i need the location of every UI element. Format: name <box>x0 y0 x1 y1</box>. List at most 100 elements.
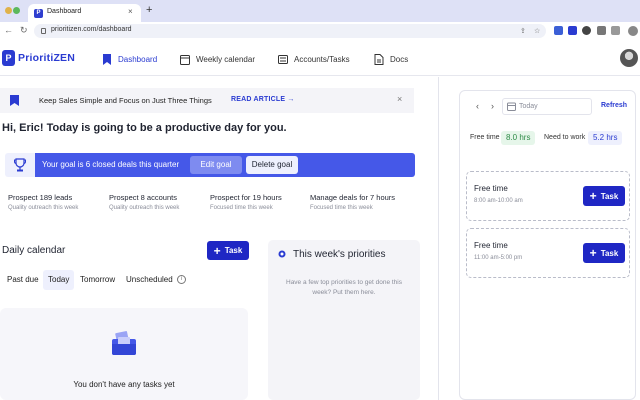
trophy-icon <box>14 158 26 172</box>
edit-goal-button[interactable]: Edit goal <box>190 156 242 174</box>
nav-dashboard[interactable]: Dashboard <box>102 51 157 67</box>
logo-text: PrioritiZEN <box>18 52 76 64</box>
stat-subtitle: Quality outreach this week <box>109 205 180 211</box>
folder-icon <box>112 331 136 355</box>
app-header: P PrioritiZEN Dashboard Weekly calendar … <box>0 40 640 76</box>
plus-icon: + <box>589 246 597 260</box>
new-tab-button[interactable]: + <box>146 5 152 16</box>
star-icon[interactable]: ☆ <box>534 27 540 35</box>
browser-toolbar: ← ↻ prioritizen.com/dashboard ⇪ ☆ <box>0 22 640 40</box>
nav-weekly-calendar[interactable]: Weekly calendar <box>180 51 255 67</box>
stat-title: Prospect for 19 hours <box>210 193 282 202</box>
empty-tasks-text: You don't have any tasks yet <box>73 380 175 389</box>
filter-tomorrow[interactable]: Tomorrow <box>80 270 115 290</box>
filter-today[interactable]: Today <box>43 270 75 290</box>
nav-label: Docs <box>390 54 409 64</box>
arrow-right-icon: → <box>287 96 295 103</box>
address-bar[interactable]: prioritizen.com/dashboard ⇪ ☆ <box>34 24 546 38</box>
empty-tasks-area: You don't have any tasks yet <box>0 308 248 400</box>
stat-subtitle: Quality outreach this week <box>8 205 79 211</box>
add-task-button[interactable]: + Task <box>207 241 249 260</box>
free-time-slot: Free time 8:00 am-10:00 am + Task <box>466 171 630 221</box>
stat-subtitle: Focused time this week <box>310 205 373 211</box>
prev-day-icon[interactable]: ‹ <box>476 101 479 111</box>
share-icon[interactable]: ⇪ <box>520 27 526 35</box>
calendar-icon <box>180 54 190 65</box>
bookmark-icon <box>10 95 19 106</box>
target-icon <box>278 250 286 258</box>
browser-tab-bar: P Dashboard × + <box>0 0 640 22</box>
add-task-label: Task <box>600 191 619 201</box>
delete-goal-button[interactable]: Delete goal <box>246 156 298 174</box>
filter-unscheduled[interactable]: Unscheduled <box>126 270 173 290</box>
window-dot[interactable] <box>13 7 20 14</box>
day-schedule-panel: ‹ › Today Refresh Free time 8.0 hrs Need… <box>459 90 636 400</box>
extension-icon[interactable] <box>554 26 563 35</box>
favicon-icon: P <box>34 9 43 18</box>
reload-icon[interactable]: ↻ <box>20 25 28 36</box>
puzzle-icon[interactable] <box>582 26 591 35</box>
slot-title: Free time <box>474 184 508 193</box>
tab-close-icon[interactable]: × <box>128 7 133 16</box>
add-slot-task-button[interactable]: + Task <box>583 186 625 206</box>
profile-avatar[interactable] <box>628 26 638 36</box>
prioritizen-extension-icon[interactable] <box>568 26 577 35</box>
window-dot[interactable] <box>5 7 12 14</box>
priorities-help-text[interactable]: Have a few top priorities to get done th… <box>276 278 412 298</box>
goal-bar: Your goal is 6 closed deals this quarter… <box>5 153 415 177</box>
refresh-button[interactable]: Refresh <box>601 102 627 109</box>
stat-subtitle: Focused time this week <box>210 205 273 211</box>
slot-time: 8:00 am-10:00 am <box>474 198 523 204</box>
page-greeting: Hi, Eric! Today is going to be a product… <box>2 122 287 134</box>
stat-item: Prospect 189 leads Quality outreach this… <box>8 193 78 211</box>
add-task-label: Task <box>600 248 619 258</box>
need-to-work-badge: 5.2 hrs <box>588 131 623 145</box>
user-avatar[interactable] <box>620 49 638 67</box>
add-task-label: Task <box>224 246 243 255</box>
free-time-badge: 8.0 hrs <box>501 131 536 145</box>
goal-icon-box <box>5 153 35 177</box>
back-icon[interactable]: ← <box>4 25 13 36</box>
browser-tab[interactable]: P Dashboard × <box>28 4 141 22</box>
nav-label: Dashboard <box>118 54 158 64</box>
daily-calendar-title: Daily calendar <box>2 245 66 256</box>
nav-accounts-tasks[interactable]: Accounts/Tasks <box>278 51 350 67</box>
list-icon <box>278 54 288 64</box>
date-picker-input[interactable]: Today <box>502 98 592 115</box>
daily-calendar-panel: Daily calendar + Task Past due Today Tom… <box>0 235 255 400</box>
logo-icon: P <box>2 50 15 66</box>
bookmark-icon <box>103 53 111 65</box>
filter-past-due[interactable]: Past due <box>7 270 39 290</box>
document-icon <box>374 53 384 65</box>
lock-icon <box>41 28 46 34</box>
plus-icon: + <box>213 243 221 258</box>
stat-title: Prospect 189 leads <box>8 193 73 202</box>
calendar-icon <box>507 102 516 111</box>
stat-title: Manage deals for 7 hours <box>310 193 396 202</box>
media-icon[interactable] <box>597 26 606 35</box>
article-banner: Keep Sales Simple and Focus on Just Thre… <box>0 88 414 113</box>
read-article-label: READ ARTICLE <box>231 96 286 103</box>
goal-content: Your goal is 6 closed deals this quarter… <box>35 153 415 177</box>
url-text: prioritizen.com/dashboard <box>51 26 132 33</box>
need-to-work-label: Need to work <box>544 134 586 141</box>
stat-item: Manage deals for 7 hours Focused time th… <box>310 193 395 211</box>
free-time-slot: Free time 11:00 am-5:00 pm + Task <box>466 228 630 278</box>
info-icon[interactable]: i <box>177 275 186 284</box>
nav-label: Accounts/Tasks <box>294 54 350 64</box>
stat-title: Prospect 8 accounts <box>109 193 177 202</box>
add-slot-task-button[interactable]: + Task <box>583 243 625 263</box>
nav-docs[interactable]: Docs <box>374 51 408 67</box>
priorities-title: This week's priorities <box>293 249 386 260</box>
date-placeholder: Today <box>519 103 538 110</box>
nav-label: Weekly calendar <box>196 54 255 64</box>
sidepanel-icon[interactable] <box>611 26 620 35</box>
tab-title: Dashboard <box>47 8 82 15</box>
weekly-priorities-panel: This week's priorities Have a few top pr… <box>268 240 420 400</box>
slot-time: 11:00 am-5:00 pm <box>474 255 523 261</box>
column-divider <box>438 77 439 400</box>
read-article-link[interactable]: READ ARTICLE → <box>231 96 295 103</box>
slot-title: Free time <box>474 241 508 250</box>
next-day-icon[interactable]: › <box>491 101 494 111</box>
close-icon[interactable]: × <box>397 94 402 104</box>
